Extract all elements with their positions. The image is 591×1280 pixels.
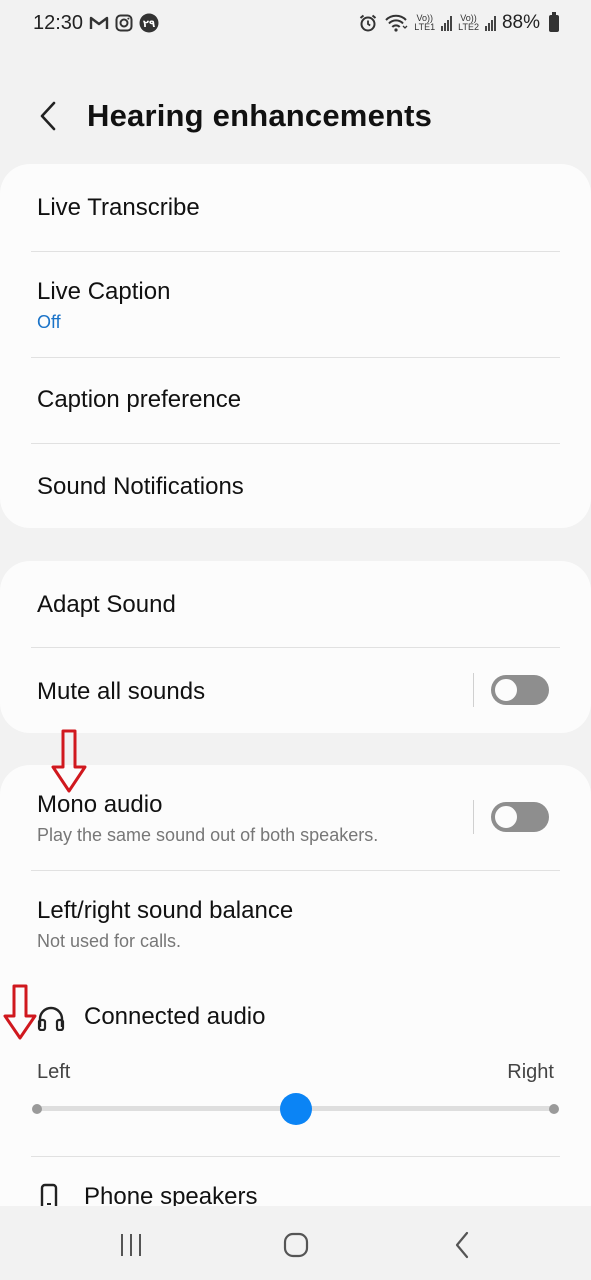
status-right: Vo)) LTE1 Vo)) LTE2 88% bbox=[358, 11, 559, 34]
caption-preference-label: Caption preference bbox=[37, 386, 242, 413]
sound-balance-description: Not used for calls. bbox=[37, 931, 182, 951]
recent-apps-icon bbox=[121, 1234, 141, 1256]
status-time: 12:30 bbox=[33, 11, 84, 34]
wifi-icon bbox=[384, 14, 408, 32]
instagram-icon bbox=[115, 14, 133, 32]
page-title: Hearing enhancements bbox=[87, 98, 433, 133]
toggle-knob bbox=[493, 677, 519, 703]
app-badge-icon: ۲۹ bbox=[139, 13, 159, 33]
back-icon bbox=[455, 1231, 469, 1259]
annotation-arrow-down-icon bbox=[3, 984, 37, 1040]
back-button[interactable] bbox=[30, 98, 66, 134]
toggle-separator bbox=[473, 800, 474, 834]
alarm-icon bbox=[358, 13, 378, 33]
adapt-sound-item[interactable]: Adapt Sound bbox=[0, 561, 591, 647]
live-caption-label: Live Caption bbox=[37, 278, 171, 305]
card-captions: Live Transcribe Live Caption Off Caption… bbox=[0, 164, 591, 528]
mono-audio-item[interactable]: Mono audio Play the same sound out of bo… bbox=[0, 765, 591, 870]
recent-apps-button[interactable] bbox=[111, 1228, 151, 1262]
annotation-arrow-down-icon bbox=[51, 729, 87, 793]
live-caption-status: Off bbox=[37, 312, 61, 332]
mute-all-sounds-label: Mute all sounds bbox=[37, 678, 206, 705]
sim2-lte-label: Vo)) LTE2 bbox=[458, 13, 479, 32]
live-caption-item[interactable]: Live Caption Off bbox=[0, 252, 591, 357]
sound-notifications-item[interactable]: Sound Notifications bbox=[0, 444, 591, 528]
slider-right-end bbox=[549, 1104, 559, 1114]
adapt-sound-label: Adapt Sound bbox=[37, 591, 176, 618]
status-bar: 12:30 ۲۹ Vo)) LTE1 Vo)) LTE2 88% bbox=[0, 0, 591, 46]
sim1-signal-icon bbox=[441, 15, 453, 31]
gmail-icon bbox=[89, 15, 109, 31]
toggle-knob bbox=[493, 804, 519, 830]
mute-all-sounds-toggle[interactable] bbox=[491, 675, 549, 705]
mono-audio-description: Play the same sound out of both speakers… bbox=[37, 825, 379, 845]
phone-speakers-label: Phone speakers bbox=[84, 1183, 258, 1206]
battery-icon bbox=[549, 11, 559, 32]
phone-speakers-item[interactable]: Phone speakers bbox=[0, 1157, 591, 1206]
card-sound: Adapt Sound Mute all sounds bbox=[0, 561, 591, 733]
mono-audio-toggle[interactable] bbox=[491, 802, 549, 832]
navigation-bar bbox=[0, 1208, 591, 1280]
card-audio: Mono audio Play the same sound out of bo… bbox=[0, 765, 591, 1206]
header: Hearing enhancements bbox=[0, 80, 591, 154]
back-nav-button[interactable] bbox=[442, 1228, 482, 1262]
live-transcribe-label: Live Transcribe bbox=[37, 194, 200, 221]
home-icon bbox=[283, 1232, 309, 1258]
sim2-signal-icon bbox=[484, 15, 496, 31]
caption-preference-item[interactable]: Caption preference bbox=[0, 358, 591, 443]
status-left: 12:30 ۲۹ bbox=[33, 12, 159, 35]
connected-audio-section: Connected audio Left Right bbox=[0, 971, 591, 1156]
headphones-icon bbox=[37, 1005, 65, 1036]
chevron-left-icon bbox=[40, 101, 56, 131]
mute-all-sounds-item[interactable]: Mute all sounds bbox=[0, 648, 591, 733]
sound-balance-item[interactable]: Left/right sound balance Not used for ca… bbox=[0, 871, 591, 971]
home-button[interactable] bbox=[276, 1228, 316, 1262]
sim1-lte-label: Vo)) LTE1 bbox=[414, 13, 436, 32]
slider-left-end bbox=[32, 1104, 42, 1114]
battery-percent: 88% bbox=[501, 12, 540, 33]
app-badge-text: ۲۹ bbox=[143, 19, 155, 30]
mono-audio-label: Mono audio bbox=[37, 791, 163, 818]
sound-notifications-label: Sound Notifications bbox=[37, 473, 244, 500]
balance-right-label: Right bbox=[507, 1061, 554, 1083]
balance-slider-thumb[interactable] bbox=[279, 1093, 312, 1125]
balance-left-label: Left bbox=[37, 1061, 71, 1083]
sound-balance-label: Left/right sound balance bbox=[37, 897, 294, 924]
connected-audio-label: Connected audio bbox=[84, 1003, 266, 1030]
live-transcribe-item[interactable]: Live Transcribe bbox=[0, 164, 591, 251]
phone-icon bbox=[40, 1183, 58, 1206]
toggle-separator bbox=[473, 673, 474, 707]
